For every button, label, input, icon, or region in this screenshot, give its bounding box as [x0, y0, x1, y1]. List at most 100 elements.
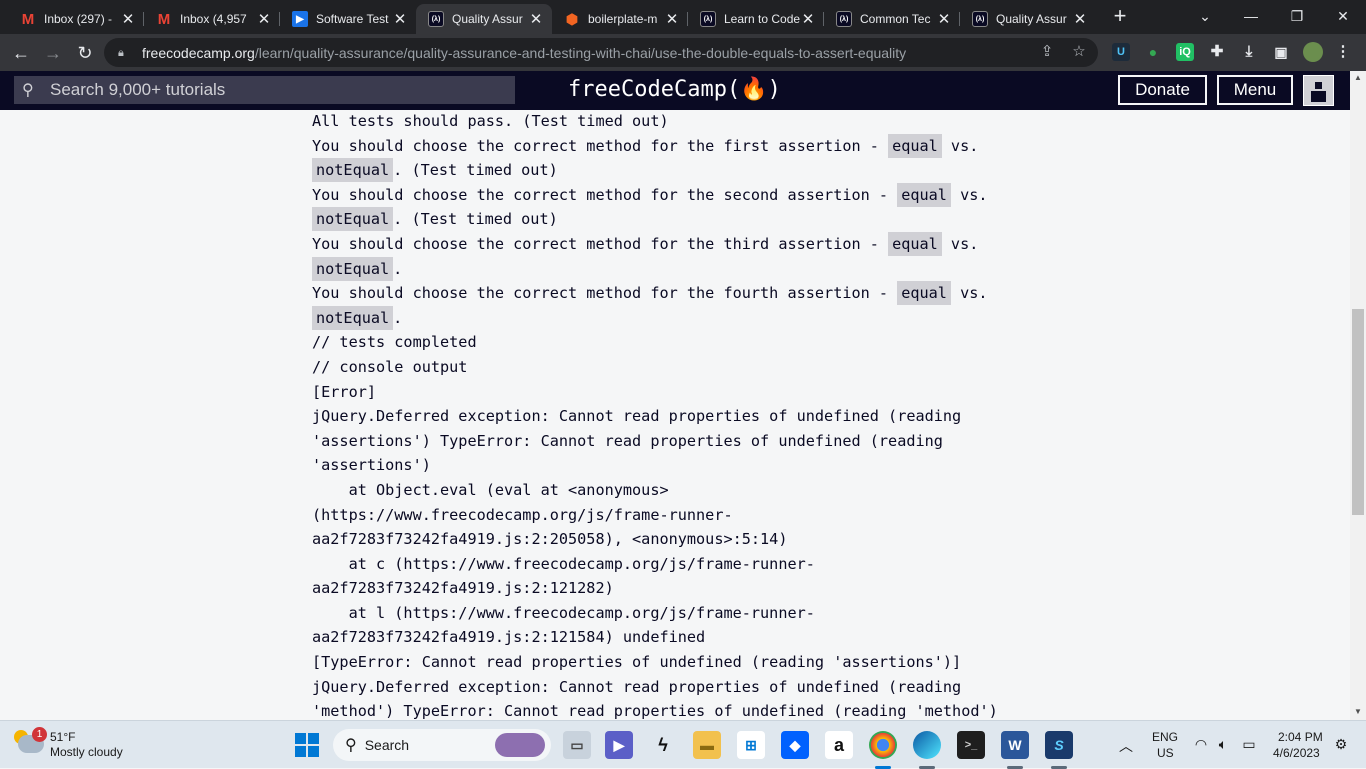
console-line: jQuery.Deferred exception: Cannot read p… [312, 675, 1032, 700]
console-text-segment: vs. [941, 136, 979, 155]
close-tab-icon[interactable]: ✕ [664, 10, 680, 28]
wifi-icon[interactable]: ◠ [1192, 736, 1210, 754]
clock-time[interactable]: 2:04 PM [1278, 730, 1323, 744]
close-tab-icon[interactable]: ✕ [1072, 10, 1088, 28]
inline-code: notEqual [312, 207, 394, 232]
word-icon[interactable]: W [1001, 731, 1029, 759]
surfshark-icon[interactable]: S [1045, 731, 1073, 759]
weather-widget[interactable]: 1 51°F Mostly cloudy [14, 727, 164, 763]
inline-code: equal [897, 281, 951, 306]
notifications-icon[interactable]: ⚙ [1332, 736, 1350, 754]
download-icon[interactable]: ⤓ [1240, 43, 1258, 61]
tab-separator [279, 12, 280, 26]
tab-title: Software Test [316, 12, 389, 26]
fcc-search-input[interactable]: ⚲ Search 9,000+ tutorials [14, 76, 515, 104]
battery-icon[interactable]: ▭ [1240, 736, 1258, 754]
side-panel-icon[interactable]: ▣ [1272, 43, 1290, 61]
region-indicator[interactable]: US [1157, 746, 1174, 760]
gmail-icon: M [157, 10, 171, 28]
browser-tab[interactable]: ▶ Software Test ✕ [280, 4, 416, 34]
taskbar-search[interactable]: ⚲ Search [333, 729, 551, 761]
console-text-segment: You should choose the correct method for… [312, 234, 889, 253]
microsoft-store-icon[interactable]: ⊞ [737, 731, 765, 759]
windows-taskbar: 1 51°F Mostly cloudy ⚲ Search ▭ ▶ ϟ ▬ ⊞ … [0, 720, 1366, 769]
file-explorer-icon[interactable]: ▬ [693, 731, 721, 759]
console-text-segment: . [393, 308, 403, 327]
console-text-segment: jQuery.Deferred exception: Cannot read p… [312, 407, 962, 426]
console-line: aa2f7283f73242fa4919.js:2:205058), <anon… [312, 527, 1032, 552]
search-placeholder: Search 9,000+ tutorials [50, 80, 226, 99]
forward-icon[interactable]: → [40, 40, 66, 66]
start-button[interactable] [295, 733, 319, 757]
user-avatar[interactable] [1303, 75, 1334, 106]
console-line: at c (https://www.freecodecamp.org/js/fr… [312, 552, 1032, 577]
console-text-segment: vs. [950, 284, 988, 303]
edge-icon[interactable] [913, 731, 941, 759]
language-indicator[interactable]: ENG [1152, 730, 1178, 744]
new-tab-button[interactable]: + [1108, 5, 1132, 29]
reload-icon[interactable]: ↻ [72, 40, 98, 66]
tab-separator [687, 12, 688, 26]
inline-code: notEqual [312, 256, 394, 281]
extension-u-icon[interactable]: U [1112, 43, 1130, 61]
browser-tab[interactable]: (λ) Learn to Code ✕ [688, 4, 824, 34]
close-window-button[interactable]: ✕ [1320, 0, 1366, 34]
tab-title: Inbox (4,957 [180, 12, 247, 26]
search-icon: ⚲ [345, 737, 357, 754]
profile-avatar[interactable] [1303, 42, 1323, 62]
zap-app-icon[interactable]: ϟ [649, 731, 677, 759]
volume-icon[interactable]: 🔈︎ [1214, 736, 1232, 754]
boilerplate-icon: ⬢ [565, 10, 579, 27]
console-text-segment: jQuery.Deferred exception: Cannot read p… [312, 677, 962, 696]
chrome-icon[interactable] [869, 731, 897, 759]
extension-iq-icon[interactable]: iQ [1176, 43, 1194, 61]
console-text-segment: // tests completed [312, 333, 477, 352]
donate-button[interactable]: Donate [1118, 75, 1207, 105]
menu-button[interactable]: Menu [1217, 75, 1293, 105]
minimize-button[interactable]: — [1228, 0, 1274, 34]
bookmark-star-icon[interactable]: ☆ [1070, 43, 1088, 61]
console-text-segment: // console output [312, 357, 468, 376]
chrome-menu-icon[interactable]: ⋮ [1334, 43, 1352, 61]
amazon-icon[interactable]: a [825, 731, 853, 759]
back-icon[interactable]: ← [8, 40, 34, 66]
clock-date[interactable]: 4/6/2023 [1273, 746, 1320, 760]
share-icon[interactable]: ⇪ [1038, 43, 1056, 61]
extension-leaf-icon[interactable]: ● [1144, 43, 1162, 61]
browser-tab[interactable]: M Inbox (4,957 ✕ [144, 4, 280, 34]
browser-tab[interactable]: ⬢ boilerplate-m ✕ [552, 4, 688, 34]
console-text-segment: [Error] [312, 382, 377, 401]
close-tab-icon[interactable]: ✕ [256, 10, 272, 28]
close-tab-icon[interactable]: ✕ [528, 10, 544, 28]
console-text-segment: 'method') TypeError: Cannot read propert… [312, 702, 998, 720]
dropbox-icon[interactable]: ◆ [781, 731, 809, 759]
scrollbar-thumb[interactable] [1352, 309, 1364, 515]
address-bar[interactable]: 🔒︎ freecodecamp.org/learn/quality-assura… [104, 38, 1098, 67]
tab-title: Learn to Code [724, 12, 800, 26]
terminal-icon[interactable]: >_ [957, 731, 985, 759]
weather-temperature: 51°F [50, 730, 76, 744]
browser-tab[interactable]: (λ) Quality Assur ✕ [416, 4, 552, 34]
teams-icon[interactable]: ▶ [605, 731, 633, 759]
close-tab-icon[interactable]: ✕ [392, 10, 408, 28]
console-text-segment: You should choose the correct method for… [312, 185, 898, 204]
browser-tab[interactable]: (λ) Quality Assur ✕ [960, 4, 1096, 34]
youtube-icon: ▶ [292, 11, 308, 27]
scroll-up-icon[interactable]: ▲ [1350, 71, 1366, 85]
extensions-puzzle-icon[interactable]: ✚ [1208, 43, 1226, 61]
close-tab-icon[interactable]: ✕ [936, 10, 952, 28]
close-tab-icon[interactable]: ✕ [800, 10, 816, 28]
tab-search-icon[interactable]: ⌄ [1182, 0, 1228, 34]
close-tab-icon[interactable]: ✕ [120, 10, 136, 28]
browser-tab[interactable]: (λ) Common Tec ✕ [824, 4, 960, 34]
tab-title: Quality Assur [452, 12, 523, 26]
browser-tab[interactable]: M Inbox (297) - ✕ [8, 4, 144, 34]
scroll-down-icon[interactable]: ▼ [1350, 705, 1366, 719]
task-view-icon[interactable]: ▭ [563, 731, 591, 759]
console-line: 'method') TypeError: Cannot read propert… [312, 699, 1032, 720]
console-line: // console output [312, 355, 1032, 380]
console-text-segment: vs. [941, 234, 979, 253]
restore-button[interactable]: ❐ [1274, 0, 1320, 34]
fcc-logo[interactable]: freeCodeCamp(🔥) [568, 77, 784, 102]
show-hidden-icons-icon[interactable]: ︿ [1117, 736, 1135, 754]
